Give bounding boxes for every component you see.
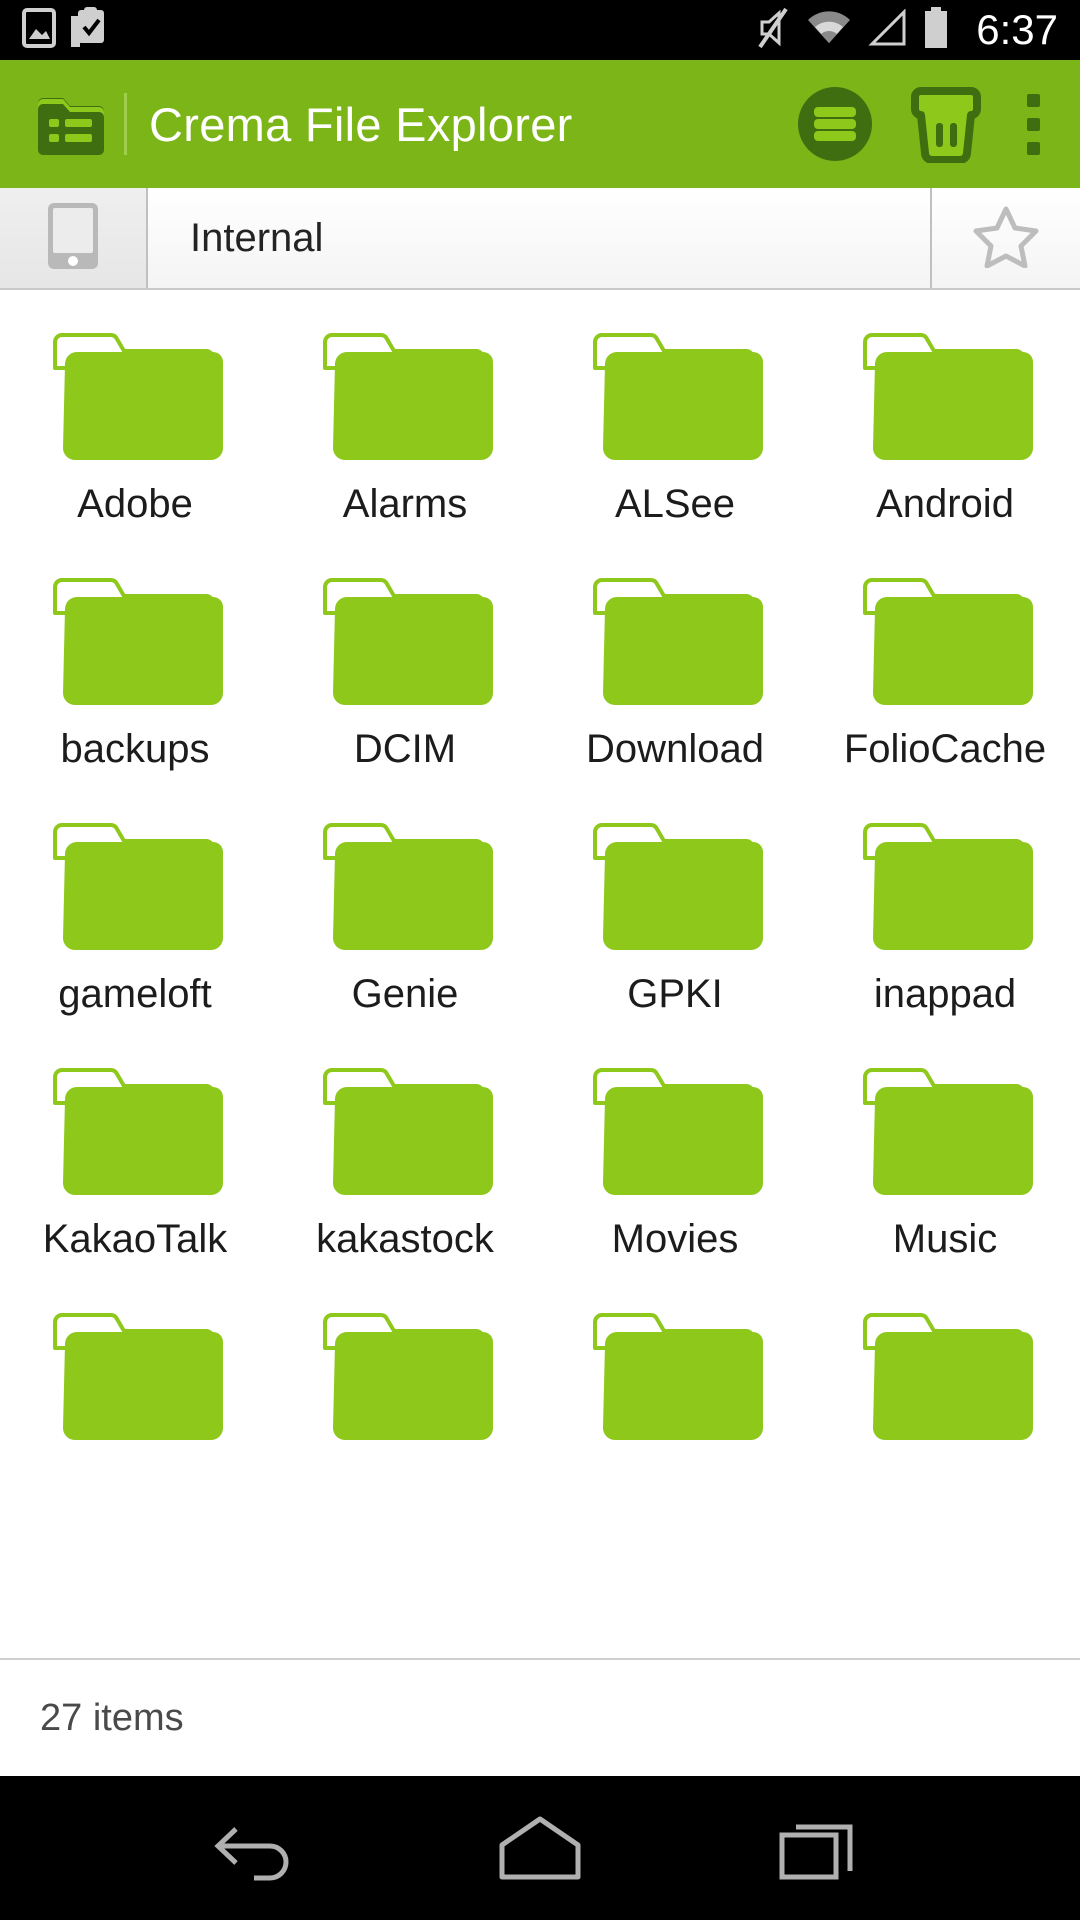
folder-icon [53, 823, 223, 950]
file-grid: Adobe Alarms ALSee Android backups DCIM … [0, 290, 1080, 1541]
folder-icon [53, 1313, 223, 1440]
favorite-button[interactable] [932, 188, 1080, 288]
wifi-icon [806, 9, 852, 52]
recents-button[interactable] [745, 1798, 895, 1898]
folder-icon [863, 823, 1033, 950]
star-outline-icon [973, 204, 1039, 273]
folder-item[interactable]: kakastock [270, 1051, 540, 1296]
folder-item[interactable]: Music [810, 1051, 1080, 1296]
folder-item-label: DCIM [353, 727, 457, 771]
folder-item[interactable]: Movies [540, 1051, 810, 1296]
folder-icon [593, 1313, 763, 1440]
folder-icon [323, 1068, 493, 1195]
folder-item[interactable]: Adobe [0, 316, 270, 561]
folder-icon [53, 333, 223, 460]
status-bar-right-icons: 6:37 [756, 6, 1058, 54]
tablet-icon [46, 201, 100, 276]
signal-icon [866, 7, 908, 52]
file-grid-container[interactable]: Adobe Alarms ALSee Android backups DCIM … [0, 290, 1080, 1658]
home-button[interactable] [465, 1798, 615, 1898]
action-bar-buttons [795, 84, 1056, 164]
overflow-dot [1027, 93, 1040, 107]
folder-item-label: Adobe [77, 482, 193, 526]
item-count-label: 27 items [40, 1696, 184, 1739]
folder-item-label: backups [60, 727, 210, 771]
folder-item-label: ALSee [614, 482, 736, 526]
path-text: Internal [190, 215, 324, 260]
folder-icon [323, 1313, 493, 1440]
folder-icon [593, 578, 763, 705]
folder-item-label: inappad [873, 972, 1017, 1016]
folder-item-label: Music [892, 1217, 998, 1261]
folder-item[interactable]: Alarms [270, 316, 540, 561]
folder-list-icon [36, 93, 106, 155]
folder-item-label: kakastock [316, 1217, 494, 1261]
folder-item-label: gameloft [58, 972, 212, 1016]
overflow-dot [1027, 117, 1040, 131]
overflow-dot [1027, 141, 1040, 155]
list-view-icon[interactable] [795, 84, 875, 164]
folder-item[interactable]: KakaoTalk [0, 1051, 270, 1296]
folder-item[interactable] [810, 1296, 1080, 1541]
status-footer: 27 items [0, 1658, 1080, 1776]
mute-icon [756, 7, 792, 54]
image-icon [22, 7, 56, 53]
clipboard-check-icon [70, 6, 106, 54]
folder-item[interactable]: GPKI [540, 806, 810, 1051]
folder-item-label: Android [876, 482, 1014, 526]
folder-icon [53, 1068, 223, 1195]
folder-item-label: FolioCache [843, 727, 1047, 771]
folder-item[interactable] [540, 1296, 810, 1541]
folder-item-label: KakaoTalk [42, 1217, 228, 1261]
folder-item[interactable]: Android [810, 316, 1080, 561]
folder-icon [323, 578, 493, 705]
folder-item[interactable] [0, 1296, 270, 1541]
folder-item-label: Movies [611, 1217, 739, 1261]
folder-icon [863, 1313, 1033, 1440]
file-explorer-screen: 6:37 Crema File Explorer Internal Adobe … [0, 0, 1080, 1920]
folder-item[interactable]: Genie [270, 806, 540, 1051]
folder-item[interactable]: Download [540, 561, 810, 806]
android-nav-bar [0, 1776, 1080, 1920]
folder-icon [323, 823, 493, 950]
path-input[interactable]: Internal [148, 188, 932, 288]
folder-item[interactable]: FolioCache [810, 561, 1080, 806]
folder-item[interactable]: DCIM [270, 561, 540, 806]
folder-item-label: GPKI [627, 972, 723, 1016]
folder-icon [863, 333, 1033, 460]
folder-item[interactable]: backups [0, 561, 270, 806]
folder-icon [863, 578, 1033, 705]
folder-icon [593, 1068, 763, 1195]
action-bar: Crema File Explorer [0, 60, 1080, 188]
folder-item[interactable] [270, 1296, 540, 1541]
status-bar-left-icons [22, 6, 106, 54]
storage-selector-button[interactable] [0, 188, 148, 288]
folder-item[interactable]: gameloft [0, 806, 270, 1051]
folder-icon [323, 333, 493, 460]
folder-icon [53, 578, 223, 705]
battery-icon [922, 6, 950, 54]
folder-icon [593, 823, 763, 950]
back-button[interactable] [185, 1798, 335, 1898]
action-bar-divider [124, 93, 127, 155]
status-bar-clock: 6:37 [976, 6, 1058, 53]
folder-item-label: Alarms [342, 482, 468, 526]
folder-icon [863, 1068, 1033, 1195]
trash-icon[interactable] [909, 85, 983, 163]
folder-icon [593, 333, 763, 460]
status-bar: 6:37 [0, 0, 1080, 60]
folder-item[interactable]: ALSee [540, 316, 810, 561]
folder-item[interactable]: inappad [810, 806, 1080, 1051]
app-title: Crema File Explorer [149, 97, 573, 151]
folder-item-label: Download [586, 727, 764, 771]
folder-item-label: Genie [351, 972, 459, 1016]
path-bar: Internal [0, 188, 1080, 290]
overflow-menu-icon[interactable] [1017, 90, 1056, 159]
